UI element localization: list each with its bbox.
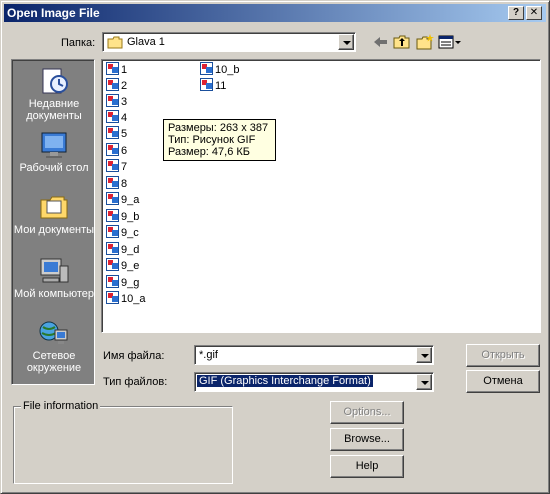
place-network[interactable]: Сетевое окружение [12, 318, 96, 374]
lookin-label: Папка: [61, 37, 96, 49]
filename-value: *.gif [199, 349, 218, 361]
file-item[interactable]: 10_a [106, 291, 145, 307]
filetype-dropdown-button[interactable] [416, 374, 432, 390]
gif-file-icon [106, 159, 119, 172]
gif-file-icon [106, 209, 119, 222]
up-folder-icon[interactable] [392, 33, 412, 51]
gif-file-icon [106, 192, 119, 205]
gif-file-icon [106, 110, 119, 123]
gif-file-icon [106, 258, 119, 271]
file-information-legend: File information [21, 400, 101, 412]
open-image-dialog: Open Image File ? ✕ Папка: Glava 1 Недав… [0, 0, 550, 494]
gif-file-icon [106, 78, 119, 91]
file-item[interactable]: 9_e [106, 258, 139, 274]
file-item[interactable]: 9_g [106, 275, 139, 291]
filetype-combo[interactable]: GIF (Graphics Interchange Format) [194, 372, 434, 392]
tooltip-size: Размер: 47,6 КБ [168, 146, 251, 158]
gif-file-icon [106, 291, 119, 304]
place-my-computer-label: Мой компьютер [13, 288, 95, 300]
file-item[interactable]: 2 [106, 78, 127, 94]
browse-button[interactable]: Browse... [330, 428, 404, 451]
file-tooltip: Размеры: 263 x 387 Тип: Рисунок GIF Разм… [163, 119, 276, 161]
new-folder-icon[interactable] [415, 33, 435, 51]
window-title: Open Image File [7, 6, 100, 20]
back-arrow-icon[interactable] [371, 33, 391, 51]
options-button[interactable]: Options... [330, 401, 404, 424]
filetype-label: Тип файлов: [103, 376, 168, 388]
filename-dropdown-button[interactable] [416, 347, 432, 363]
open-button[interactable]: Открыть [466, 344, 540, 367]
my-documents-icon [40, 196, 68, 219]
gif-file-icon [200, 62, 213, 75]
place-recent-label: Недавние документы [26, 98, 82, 122]
cancel-button[interactable]: Отмена [466, 370, 540, 393]
tooltip-dimensions: Размеры: 263 x 387 [168, 122, 269, 134]
file-item[interactable]: 9_c [106, 225, 139, 241]
place-network-label: Сетевое окружение [26, 350, 82, 374]
place-recent-documents[interactable]: Недавние документы [12, 66, 96, 122]
folder-icon [107, 36, 123, 49]
file-item[interactable]: 7 [106, 159, 127, 175]
place-desktop[interactable]: Рабочий стол [12, 130, 96, 174]
file-item[interactable]: 5 [106, 126, 127, 142]
file-item[interactable]: 9_a [106, 192, 139, 208]
file-list[interactable]: 1 2 3 4 5 6 7 8 9_a 9_b 9_c 9_d 9_e 9_g … [101, 59, 541, 333]
close-button[interactable]: ✕ [526, 6, 542, 20]
place-my-computer[interactable]: Мой компьютер [12, 256, 96, 300]
file-item[interactable]: 1 [106, 62, 127, 78]
place-my-documents[interactable]: Мои документы [12, 192, 96, 236]
network-icon [39, 321, 68, 344]
gif-file-icon [106, 143, 119, 156]
place-desktop-label: Рабочий стол [19, 162, 89, 174]
lookin-value: Glava 1 [127, 36, 165, 48]
desktop-icon [41, 132, 67, 158]
filename-combo[interactable]: *.gif [194, 345, 434, 365]
gif-file-icon [106, 225, 119, 238]
my-computer-icon [40, 258, 69, 283]
file-item[interactable]: 8 [106, 176, 127, 192]
file-information-group [13, 406, 233, 484]
gif-file-icon [106, 126, 119, 139]
gif-file-icon [106, 275, 119, 288]
file-item[interactable]: 11 [200, 78, 226, 94]
title-bar: Open Image File ? ✕ [4, 4, 546, 22]
gif-file-icon [106, 94, 119, 107]
recent-documents-icon [42, 68, 68, 94]
gif-file-icon [106, 176, 119, 189]
help-button[interactable]: Help [330, 455, 404, 478]
places-bar: Недавние документы Рабочий стол Мои доку… [11, 59, 95, 385]
gif-file-icon [200, 78, 213, 91]
gif-file-icon [106, 242, 119, 255]
view-menu-icon[interactable] [438, 33, 462, 51]
gif-file-icon [106, 62, 119, 75]
file-item[interactable]: 4 [106, 110, 127, 126]
file-item[interactable]: 3 [106, 94, 127, 110]
lookin-dropdown-button[interactable] [338, 34, 354, 50]
file-item[interactable]: 9_b [106, 209, 139, 225]
help-title-button[interactable]: ? [508, 6, 524, 20]
place-my-documents-label: Мои документы [13, 224, 95, 236]
file-item[interactable]: 6 [106, 143, 127, 159]
filetype-value: GIF (Graphics Interchange Format) [196, 374, 374, 388]
filename-label: Имя файла: [103, 350, 165, 362]
lookin-combo[interactable]: Glava 1 [102, 32, 356, 52]
tooltip-type: Тип: Рисунок GIF [168, 134, 256, 146]
file-item[interactable]: 10_b [200, 62, 239, 78]
file-item[interactable]: 9_d [106, 242, 139, 258]
